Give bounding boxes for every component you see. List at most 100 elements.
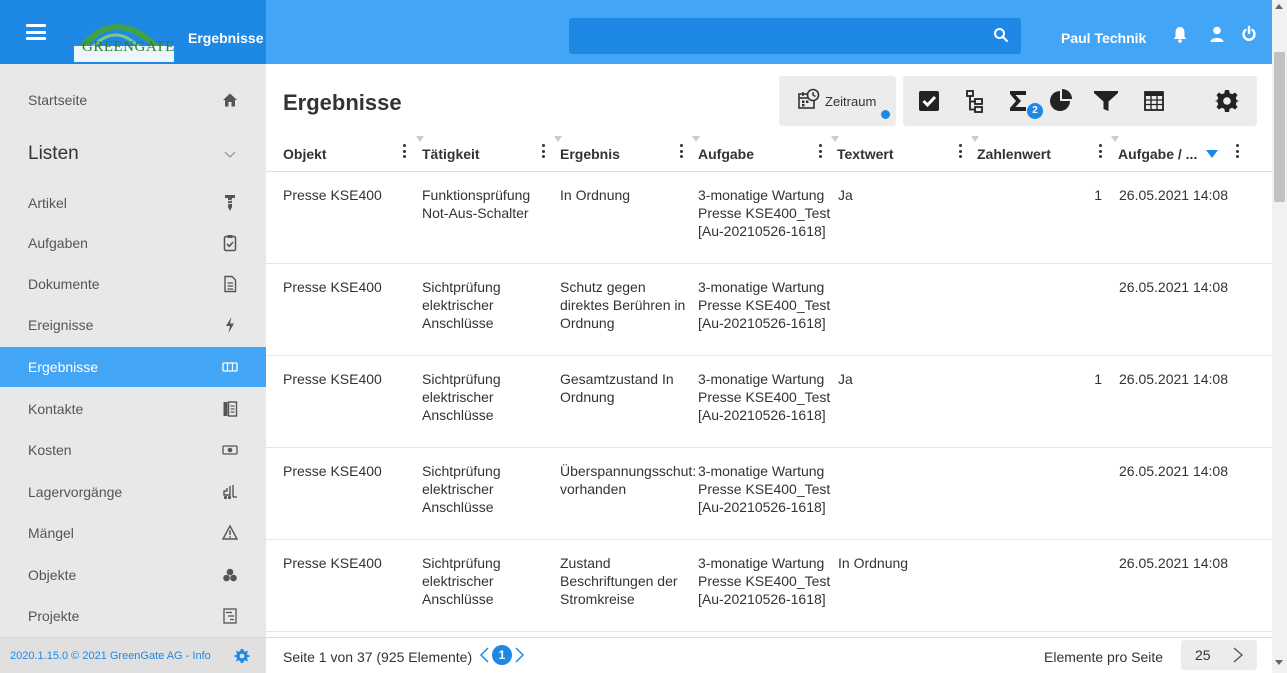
tree-hierarchy-icon[interactable] — [963, 89, 987, 113]
cell-taetigkeit: elektrischer — [422, 481, 494, 497]
cell-objekt: Presse KSE400 — [283, 555, 382, 571]
page-scrollbar[interactable] — [1272, 0, 1287, 673]
power-icon[interactable] — [1240, 25, 1258, 43]
chevron-right-icon[interactable] — [515, 647, 524, 663]
sidebar-item-artikel[interactable]: Artikel — [0, 183, 266, 223]
sidebar-item-label: Projekte — [28, 608, 80, 624]
warning-icon — [222, 524, 238, 540]
cell-aufgabe: 3-monatige Wartung — [698, 555, 825, 571]
search-icon[interactable] — [993, 27, 1009, 43]
sidebar-item-kontakte[interactable]: Kontakte — [0, 389, 266, 429]
projects-icon — [223, 608, 237, 624]
cell-objekt: Presse KSE400 — [283, 463, 382, 479]
cell-ergebnis: Gesamtzustand In — [560, 371, 674, 387]
sum-count-badge: 2 — [1027, 103, 1043, 119]
sort-descending-icon[interactable] — [1206, 149, 1218, 159]
column-resize-marker[interactable] — [416, 136, 424, 142]
sidebar-item-maengel[interactable]: Mängel — [0, 513, 266, 553]
column-menu-icon[interactable] — [819, 144, 823, 162]
chevron-left-icon[interactable] — [480, 647, 489, 663]
cell-taetigkeit: elektrischer — [422, 297, 494, 313]
sidebar-item-startseite[interactable]: Startseite — [0, 80, 266, 120]
scroll-up-arrow-icon[interactable] — [1275, 4, 1283, 9]
cell-textwert: Ja — [838, 371, 853, 387]
chevron-right-icon[interactable] — [1233, 647, 1243, 663]
per-page-label: Elemente pro Seite — [1044, 649, 1164, 665]
main-content: Ergebnisse Zeitraum 2 Objekt Tätigkeit E… — [266, 64, 1272, 673]
table-row[interactable]: Presse KSE400 Sichtprüfung elektrischer Ans… — [266, 356, 1272, 448]
sidebar-item-lagervorgaenge[interactable]: Lagervorgänge — [0, 472, 266, 512]
sidebar-footer: 2020.1.15.0 © 2021 GreenGate AG - Info — [0, 637, 266, 673]
per-page-select[interactable]: 25 — [1181, 640, 1257, 670]
per-page-value: 25 — [1195, 647, 1211, 663]
sidebar-item-dokumente[interactable]: Dokumente — [0, 264, 266, 304]
sidebar-item-ergebnisse[interactable]: Ergebnisse — [0, 347, 266, 387]
gear-icon[interactable] — [234, 648, 250, 664]
cell-taetigkeit: elektrischer — [422, 389, 494, 405]
user-icon[interactable] — [1208, 25, 1226, 43]
column-header-taetigkeit[interactable]: Tätigkeit — [422, 146, 480, 162]
cell-taetigkeit: Funktionsprüfung — [422, 187, 531, 203]
filter-funnel-icon[interactable] — [1093, 89, 1119, 113]
sidebar-item-label: Startseite — [28, 92, 88, 108]
sidebar: Startseite Listen Artikel Aufgaben Dokum… — [0, 64, 266, 673]
column-menu-icon[interactable] — [959, 144, 963, 162]
column-resize-marker[interactable] — [971, 136, 979, 142]
sidebar-item-ereignisse[interactable]: Ereignisse — [0, 305, 266, 345]
greengate-logo[interactable]: GREENGATE — [70, 10, 180, 62]
cell-aufgabe: Presse KSE400_Test — [698, 389, 831, 405]
column-header-textwert[interactable]: Textwert — [837, 146, 894, 162]
column-resize-marker[interactable] — [1111, 136, 1119, 142]
cell-taetigkeit: Anschlüsse — [422, 499, 494, 515]
cell-zahlenwert: 1 — [1094, 371, 1102, 387]
column-resize-marker[interactable] — [831, 136, 839, 142]
column-menu-icon[interactable] — [542, 144, 546, 162]
cell-aufgabe: 3-monatige Wartung — [698, 371, 825, 387]
cell-ergebnis: Ordnung — [560, 315, 615, 331]
table-view-icon[interactable] — [1143, 89, 1165, 113]
table-row[interactable]: Presse KSE400 Funktionsprüfung Not-Aus-Sch… — [266, 172, 1272, 264]
sidebar-item-kosten[interactable]: Kosten — [0, 430, 266, 470]
cell-ergebnis: Überspannungsschut: — [560, 463, 697, 479]
brand-area: GREENGATE Ergebnisse — [0, 0, 266, 64]
scroll-thumb[interactable] — [1274, 52, 1285, 202]
pagination-bar: Seite 1 von 37 (925 Elemente) 1 Elemente… — [266, 637, 1272, 673]
column-header-zahlenwert[interactable]: Zahlenwert — [977, 146, 1051, 162]
bell-icon[interactable] — [1171, 25, 1189, 43]
zeitraum-button[interactable]: Zeitraum — [779, 76, 896, 126]
sidebar-item-label: Ergebnisse — [28, 359, 99, 375]
table-row[interactable]: Presse KSE400 Sichtprüfung elektrischer Ans… — [266, 540, 1272, 632]
user-name[interactable]: Paul Technik — [1061, 30, 1146, 46]
column-menu-icon[interactable] — [680, 144, 684, 162]
column-resize-marker[interactable] — [554, 136, 562, 142]
scroll-down-arrow-icon[interactable] — [1275, 660, 1283, 665]
sidebar-item-aufgaben[interactable]: Aufgaben — [0, 223, 266, 263]
sidebar-item-projekte[interactable]: Projekte — [0, 596, 266, 636]
cell-aufgabe: 3-monatige Wartung — [698, 187, 825, 203]
version-info-link[interactable]: 2020.1.15.0 © 2021 GreenGate AG - Info — [10, 650, 211, 662]
calendar-clock-icon — [798, 88, 820, 109]
column-header-objekt[interactable]: Objekt — [283, 146, 327, 162]
sidebar-item-objekte[interactable]: Objekte — [0, 555, 266, 595]
search-input[interactable] — [569, 18, 1021, 54]
cell-ergebnis: direktes Berühren in — [560, 297, 686, 313]
cell-aufgabe: [Au-20210526-1618] — [698, 223, 826, 239]
hamburger-menu-icon[interactable] — [26, 24, 46, 40]
table-row[interactable]: Presse KSE400 Sichtprüfung elektrischer Ans… — [266, 448, 1272, 540]
sidebar-item-label: Objekte — [28, 567, 77, 583]
column-resize-marker[interactable] — [692, 136, 700, 142]
column-header-aufgabe[interactable]: Aufgabe — [698, 146, 754, 162]
column-menu-icon[interactable] — [403, 144, 407, 162]
settings-gear-icon[interactable] — [1215, 89, 1239, 113]
pie-chart-icon[interactable] — [1049, 89, 1073, 113]
table-row[interactable]: Presse KSE400 Sichtprüfung elektrischer Ans… — [266, 264, 1272, 356]
column-menu-icon[interactable] — [1236, 144, 1240, 162]
sidebar-group-listen[interactable]: Listen — [0, 134, 266, 174]
current-page-button[interactable]: 1 — [492, 645, 512, 665]
sidebar-item-label: Kontakte — [28, 401, 84, 417]
checkbox-select-icon[interactable] — [917, 89, 941, 113]
column-menu-icon[interactable] — [1099, 144, 1103, 162]
column-header-ergebnis[interactable]: Ergebnis — [560, 146, 620, 162]
column-header-aufgabe-datum[interactable]: Aufgabe / ... — [1118, 146, 1197, 162]
chevron-down-icon[interactable] — [222, 145, 238, 163]
